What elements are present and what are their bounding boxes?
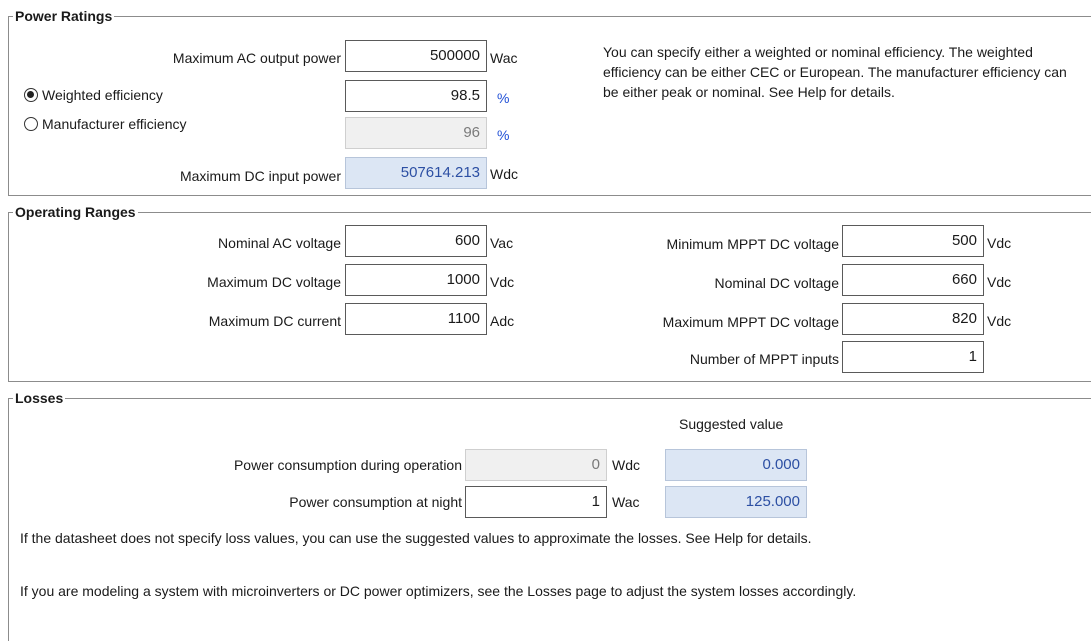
operation-consumption-label: Power consumption during operation [233, 457, 462, 473]
nominal-dc-voltage-label: Nominal DC voltage [714, 275, 840, 291]
max-dc-current-field[interactable]: 1100 [345, 303, 487, 335]
max-dc-input-unit: Wdc [490, 166, 518, 182]
losses-note-microinverters: If you are modeling a system with microi… [20, 583, 857, 599]
max-mppt-voltage-label: Maximum MPPT DC voltage [662, 314, 839, 330]
weighted-efficiency-unit: % [497, 90, 510, 106]
operating-ranges-title: Operating Ranges [13, 204, 138, 220]
mppt-inputs-field[interactable]: 1 [842, 341, 984, 373]
losses-group: Losses [8, 390, 1091, 641]
max-ac-output-label: Maximum AC output power [172, 50, 341, 66]
manufacturer-efficiency-label[interactable]: Manufacturer efficiency [42, 114, 186, 134]
nominal-dc-voltage-field[interactable]: 660 [842, 264, 984, 296]
suggested-value-header: Suggested value [679, 416, 784, 432]
operation-suggested-value: 0.000 [665, 449, 807, 481]
weighted-efficiency-radio[interactable] [24, 88, 38, 102]
max-dc-current-label: Maximum DC current [208, 313, 341, 329]
nominal-ac-voltage-unit: Vac [490, 235, 514, 251]
night-consumption-unit: Wac [612, 494, 640, 510]
min-mppt-voltage-field[interactable]: 500 [842, 225, 984, 257]
weighted-efficiency-field[interactable]: 98.5 [345, 80, 487, 112]
max-dc-voltage-field[interactable]: 1000 [345, 264, 487, 296]
mppt-inputs-label: Number of MPPT inputs [689, 351, 839, 367]
max-dc-input-label: Maximum DC input power [179, 168, 341, 184]
manufacturer-efficiency-radio[interactable] [24, 117, 38, 131]
radio-selected-dot [27, 91, 34, 98]
nominal-dc-voltage-unit: Vdc [987, 274, 1012, 290]
weighted-efficiency-label[interactable]: Weighted efficiency [42, 85, 163, 105]
max-dc-voltage-unit: Vdc [490, 274, 515, 290]
manufacturer-efficiency-unit: % [497, 127, 510, 143]
min-mppt-voltage-label: Minimum MPPT DC voltage [666, 236, 839, 252]
min-mppt-voltage-unit: Vdc [987, 235, 1012, 251]
operation-consumption-unit: Wdc [612, 457, 640, 473]
losses-note-datasheet: If the datasheet does not specify loss v… [20, 530, 812, 546]
nominal-ac-voltage-label: Nominal AC voltage [218, 235, 341, 251]
max-dc-current-unit: Adc [490, 313, 515, 329]
power-ratings-title: Power Ratings [13, 8, 115, 24]
night-consumption-label: Power consumption at night [289, 494, 462, 510]
max-mppt-voltage-unit: Vdc [987, 313, 1012, 329]
max-mppt-voltage-field[interactable]: 820 [842, 303, 984, 335]
max-dc-input-field: 507614.213 [345, 157, 487, 189]
night-consumption-field[interactable]: 1 [465, 486, 607, 518]
nominal-ac-voltage-field[interactable]: 600 [345, 225, 487, 257]
max-ac-output-unit: Wac [490, 50, 518, 66]
losses-title: Losses [13, 390, 66, 406]
manufacturer-efficiency-field: 96 [345, 117, 487, 149]
max-ac-output-field[interactable]: 500000 [345, 40, 487, 72]
night-suggested-value: 125.000 [665, 486, 807, 518]
max-dc-voltage-label: Maximum DC voltage [207, 274, 341, 290]
operation-consumption-field: 0 [465, 449, 607, 481]
efficiency-info-text: You can specify either a weighted or nom… [603, 44, 1067, 100]
